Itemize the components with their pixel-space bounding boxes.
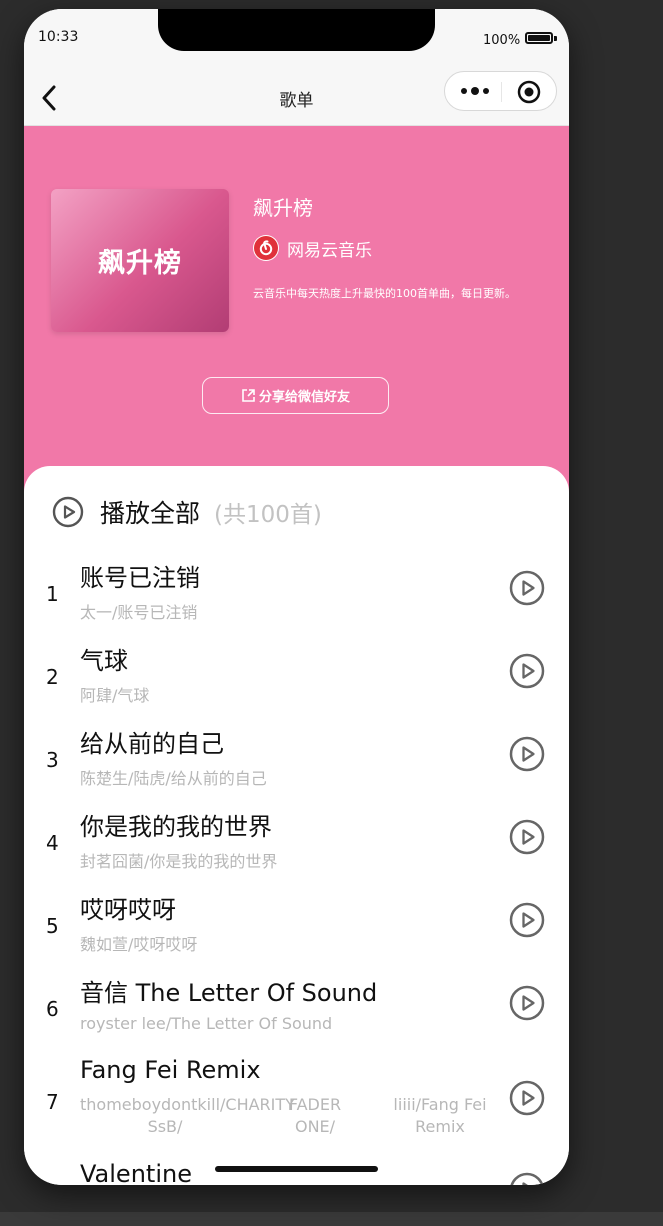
playlist-description: 云音乐中每天热度上升最快的100首单曲，每日更新。 [253, 287, 516, 300]
artist-part: liiii/Fang Fei Remix [393, 1095, 487, 1136]
song-row[interactable]: 3 给从前的自己 陈楚生/陆虎/给从前的自己 [24, 720, 569, 803]
play-circle-icon[interactable] [509, 570, 545, 606]
target-close-icon[interactable] [517, 80, 541, 104]
play-circle-icon[interactable] [509, 1080, 545, 1116]
song-row[interactable]: 1 账号已注销 太一/账号已注销 [24, 554, 569, 637]
song-row[interactable]: 2 气球 阿肆/气球 [24, 637, 569, 720]
song-title: 气球 [80, 647, 128, 675]
song-rank: 7 [46, 1090, 59, 1114]
song-row[interactable]: 6 音信 The Letter Of Sound royster lee/The… [24, 969, 569, 1052]
song-rank: 6 [46, 997, 59, 1021]
cover-text: 飙升榜 [98, 248, 182, 279]
backdrop-strip [0, 1212, 663, 1226]
play-circle-icon[interactable] [509, 1172, 545, 1185]
share-button[interactable]: 分享给微信好友 [202, 377, 389, 414]
song-count: (共100首) [214, 502, 322, 528]
playlist-cover: 飙升榜 [51, 189, 229, 332]
song-artist: royster lee/The Letter Of Sound [80, 1014, 333, 1033]
more-button[interactable] [455, 78, 495, 104]
mini-program-capsule [444, 71, 557, 111]
song-title: 你是我的我的世界 [80, 813, 272, 841]
capsule-divider [501, 82, 502, 102]
song-artist: thomeboydontkill/CHARITY SsB/ FADER ONE/… [80, 1094, 500, 1138]
netease-logo-icon [253, 235, 279, 261]
song-title: 哎呀哎呀 [80, 896, 176, 924]
play-circle-icon[interactable] [509, 736, 545, 772]
creator-name: 网易云音乐 [287, 240, 372, 261]
song-artist: 太一/账号已注销 [80, 603, 198, 622]
song-artist: 封茗囧菌/你是我的我的世界 [80, 852, 278, 871]
song-row[interactable]: 4 你是我的我的世界 封茗囧菌/你是我的我的世界 [24, 803, 569, 886]
creator-row[interactable]: 网易云音乐 [253, 235, 372, 261]
song-title: Fang Fei Remix [80, 1056, 261, 1084]
play-circle-icon[interactable] [509, 902, 545, 938]
status-bar: 10:33 100% [24, 9, 569, 71]
share-icon [242, 389, 255, 402]
phone-frame: 10:33 100% 歌单 飙升榜 飙升榜 网易云音乐 云音乐中每天热度上升最快… [24, 9, 569, 1185]
notch [158, 9, 435, 51]
battery-percent: 100% [483, 33, 521, 48]
nav-bar: 歌单 [24, 71, 569, 126]
play-circle-icon[interactable] [509, 985, 545, 1021]
song-list-panel: 播放全部 (共100首) 1 账号已注销 太一/账号已注销 2 气球 阿肆/气球 [24, 466, 569, 1185]
playlist-name: 飙升榜 [253, 196, 313, 220]
artist-part: thomeboydontkill/CHARITY SsB/ [80, 1095, 295, 1136]
battery-cap [554, 36, 557, 41]
status-time: 10:33 [38, 29, 79, 45]
song-title: 账号已注销 [80, 564, 200, 592]
song-rank: 4 [46, 831, 59, 855]
battery-icon [525, 32, 553, 44]
song-title: Valentine [80, 1160, 192, 1185]
song-rank: 8 [46, 1184, 59, 1185]
song-rank: 5 [46, 914, 59, 938]
play-all-label: 播放全部 [100, 499, 201, 528]
song-rank: 2 [46, 665, 59, 689]
song-artist: 阿肆/气球 [80, 686, 150, 705]
song-artist: 陈楚生/陆虎/给从前的自己 [80, 769, 267, 788]
song-title: 给从前的自己 [80, 730, 224, 758]
play-circle-icon [52, 496, 84, 528]
play-circle-icon[interactable] [509, 819, 545, 855]
artist-part: FADER ONE/ [288, 1095, 342, 1136]
song-rank: 3 [46, 748, 59, 772]
song-row[interactable]: 5 哎呀哎呀 魏如萱/哎呀哎呀 [24, 886, 569, 969]
song-title: 音信 The Letter Of Sound [80, 979, 378, 1007]
share-label: 分享给微信好友 [258, 390, 350, 405]
play-circle-icon[interactable] [509, 653, 545, 689]
song-artist: 魏如萱/哎呀哎呀 [80, 935, 198, 954]
playlist-header: 飙升榜 飙升榜 网易云音乐 云音乐中每天热度上升最快的100首单曲，每日更新。 … [24, 126, 569, 496]
song-row[interactable]: 7 Fang Fei Remix thomeboydontkill/CHARIT… [24, 1052, 569, 1152]
song-rank: 1 [46, 582, 59, 606]
play-all-button[interactable]: 播放全部 (共100首) [52, 494, 322, 530]
home-indicator [215, 1166, 378, 1172]
